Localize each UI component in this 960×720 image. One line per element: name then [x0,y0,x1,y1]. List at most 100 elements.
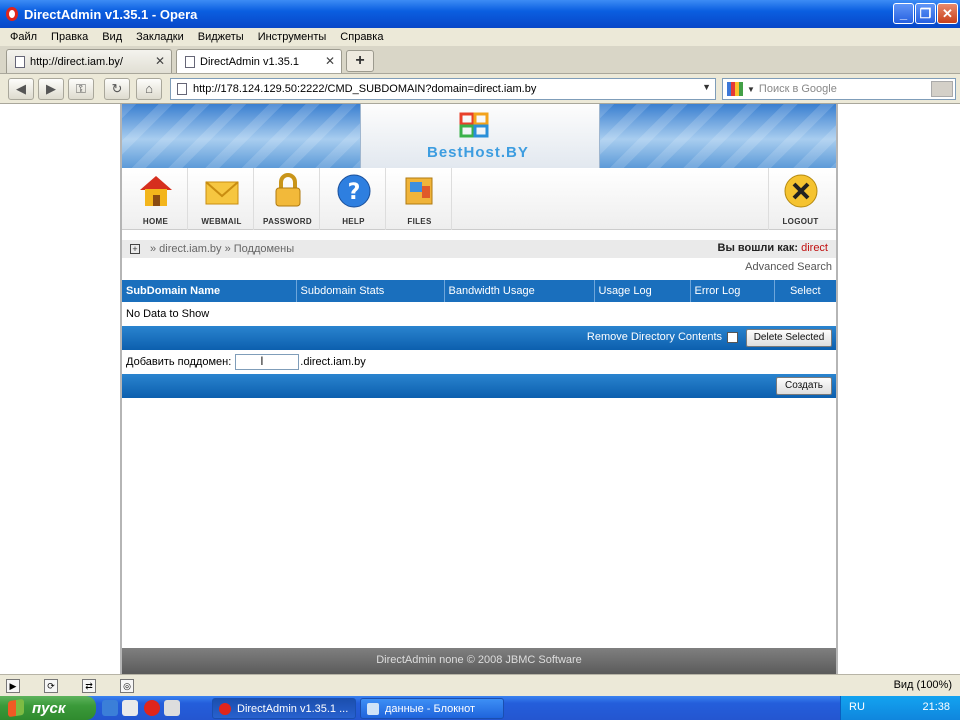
table-header: SubDomain Name Subdomain Stats Bandwidth… [122,280,836,302]
username: direct [801,242,828,254]
directadmin-page: BestHost.BY HOME WEBMAIL PASSWORD ? HELP… [120,104,838,674]
nav-label: HOME [142,217,169,226]
menu-bookmarks[interactable]: Закладки [136,31,184,43]
svg-text:?: ? [347,180,360,205]
nav-password[interactable]: PASSWORD [256,168,320,230]
task-opera[interactable]: DirectAdmin v1.35.1 ... [212,698,356,719]
menu-help[interactable]: Справка [340,31,383,43]
search-placeholder: Поиск в Google [758,83,837,95]
tab-direct[interactable]: http://direct.iam.by/ ✕ [6,49,172,73]
tab-label: http://direct.iam.by/ [30,55,123,68]
page-icon [177,83,187,95]
clock[interactable]: 21:38 [922,701,950,713]
expand-icon[interactable]: + [130,244,140,254]
create-button[interactable]: Создать [776,377,832,395]
nav-files[interactable]: FILES [388,168,452,230]
menu-file[interactable]: Файл [10,31,37,43]
col-select[interactable]: Select [774,280,836,302]
share-icon[interactable]: ⇄ [82,678,96,693]
nav-label: PASSWORD [263,217,312,226]
close-button[interactable]: ✕ [937,3,958,24]
panel-toggle-icon[interactable]: ▶ [6,678,20,693]
ie-icon[interactable] [102,700,118,716]
tab-directadmin[interactable]: DirectAdmin v1.35.1 ✕ [176,49,342,73]
opera-icon[interactable] [144,700,160,716]
subdomain-input[interactable]: I [235,354,300,370]
remove-directory-label: Remove Directory Contents [586,331,722,343]
advanced-search-link[interactable]: Advanced Search [745,261,832,273]
breadcrumb-text[interactable]: » direct.iam.by » Поддомены [150,243,294,255]
desktop-icon[interactable] [122,700,138,716]
system-tray: RU 21:38 [840,696,960,720]
new-tab-button[interactable]: + [346,50,374,72]
status-bar: ▶ ⟳ ⇄ ◎ Вид (100%) [0,674,960,696]
nav-help[interactable]: ? HELP [322,168,386,230]
col-error-log[interactable]: Error Log [690,280,775,302]
forward-button[interactable]: ▶ [38,78,64,100]
chevron-down-icon[interactable]: ▼ [702,82,711,92]
empty-message: No Data to Show [126,308,210,320]
taskbar: пуск DirectAdmin v1.35.1 ... данные - Бл… [0,696,960,720]
menu-widgets[interactable]: Виджеты [198,31,244,43]
add-subdomain-label: Добавить поддомен: [126,356,232,368]
nav-label: WEBMAIL [201,217,242,226]
start-button[interactable]: пуск [0,696,96,720]
breadcrumb: + » direct.iam.by » Поддомены Вы вошли к… [122,240,836,258]
col-bandwidth-usage[interactable]: Bandwidth Usage [444,280,595,302]
logout-icon [784,174,817,208]
col-usage-log[interactable]: Usage Log [594,280,691,302]
help-icon: ? [337,174,370,208]
logo-text: BestHost.BY [427,144,529,161]
remove-directory-checkbox[interactable] [727,332,738,343]
sync-icon[interactable]: ⟳ [44,678,58,693]
domain-suffix: .direct.iam.by [300,356,366,368]
close-tab-icon[interactable]: ✕ [155,54,165,68]
chevron-down-icon[interactable]: ▼ [747,85,755,94]
windows-logo-icon [8,698,24,718]
task-notepad[interactable]: данные - Блокнот [360,698,504,719]
table-row: No Data to Show [122,302,836,326]
mail-icon [204,181,239,205]
app-icon[interactable] [164,700,180,716]
nav-label: HELP [342,217,365,226]
menu-tools[interactable]: Инструменты [258,31,327,43]
footer: DirectAdmin none © 2008 JBMC Software [122,648,836,674]
tab-bar: http://direct.iam.by/ ✕ DirectAdmin v1.3… [0,46,960,115]
logo-mark-icon [459,112,489,138]
nav-logout[interactable]: LOGOUT [768,168,832,230]
key-icon[interactable]: ⚿ [68,78,94,100]
close-tab-icon[interactable]: ✕ [325,54,335,68]
home-button[interactable]: ⌂ [136,78,162,100]
logged-label: Вы вошли как: [717,242,799,254]
nav-home[interactable]: HOME [124,168,188,230]
back-button[interactable]: ◀ [8,78,34,100]
home-icon [139,176,172,206]
menu-edit[interactable]: Правка [51,31,88,43]
maximize-button[interactable]: ❐ [915,3,936,24]
col-subdomain-name[interactable]: SubDomain Name [122,280,297,302]
add-subdomain-row: Добавить поддомен: I .direct.iam.by [122,350,836,374]
zoom-control[interactable]: Вид (100%) [894,679,952,691]
tab-label: DirectAdmin v1.35.1 [200,55,300,68]
search-icon[interactable] [931,81,953,97]
delete-selected-button[interactable]: Delete Selected [746,329,832,347]
files-icon [405,177,432,205]
opera-icon [219,702,231,715]
window-titlebar: DirectAdmin v1.35.1 - Opera _ ❐ ✕ [0,0,960,28]
notepad-icon [367,702,379,715]
logo[interactable]: BestHost.BY [360,104,600,168]
address-field[interactable]: http://178.124.129.50:2222/CMD_SUBDOMAIN… [170,78,716,100]
subdomain-table: SubDomain Name Subdomain Stats Bandwidth… [122,280,836,326]
reload-button[interactable]: ↻ [104,78,130,100]
unite-icon[interactable]: ◎ [120,678,134,693]
language-indicator[interactable]: RU [849,701,865,713]
create-row: Создать [122,374,836,398]
start-label: пуск [32,699,66,717]
minimize-button[interactable]: _ [893,3,914,24]
menu-bar: Файл Правка Вид Закладки Виджеты Инструм… [0,28,960,46]
nav-webmail[interactable]: WEBMAIL [190,168,254,230]
menu-view[interactable]: Вид [102,31,122,43]
col-subdomain-stats[interactable]: Subdomain Stats [296,280,445,302]
search-input[interactable]: ▼ Поиск в Google [722,78,956,100]
google-icon[interactable] [727,82,743,96]
